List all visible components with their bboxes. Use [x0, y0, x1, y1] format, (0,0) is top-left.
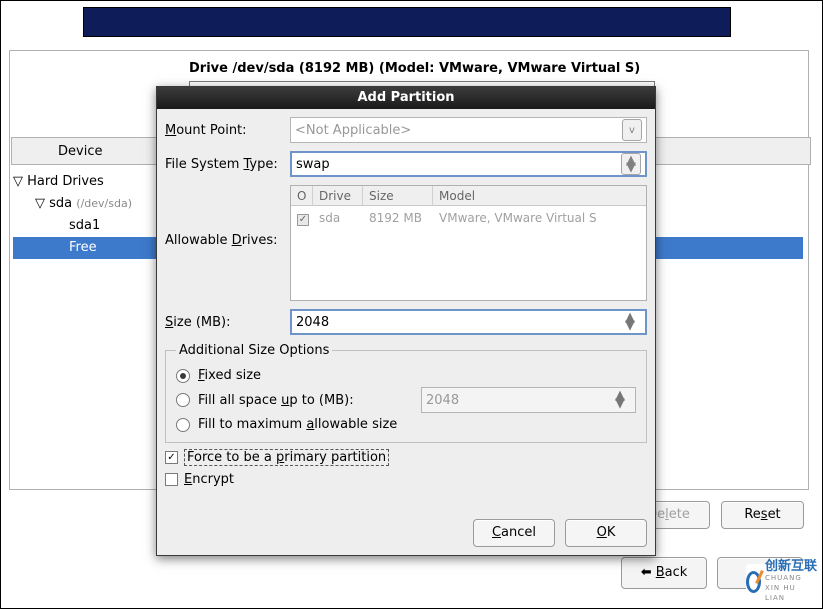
back-button[interactable]: ⬅ Back: [621, 557, 707, 589]
allowable-drives-list[interactable]: O Drive Size Model ✓ sda 8192 MB VMware,…: [290, 185, 647, 301]
mount-point-value: <Not Applicable>: [295, 123, 618, 138]
fs-type-label: File System Type:: [165, 157, 290, 172]
dropdown-icon[interactable]: ▲▼: [621, 153, 641, 175]
chevron-down-icon: ▽: [35, 193, 45, 215]
chevron-down-icon[interactable]: v: [622, 119, 642, 141]
radio-icon: [176, 418, 190, 432]
fill-upto-input: [426, 393, 615, 408]
radio-fill-up-to[interactable]: Fill all space up to (MB): ▲▼: [176, 387, 636, 413]
drives-column-headers: O Drive Size Model: [291, 186, 646, 206]
arrow-left-icon: ⬅: [641, 565, 652, 580]
encrypt-checkbox[interactable]: Encrypt: [165, 472, 647, 487]
force-primary-checkbox[interactable]: ✓ Force to be a primary partition: [165, 449, 647, 466]
radio-icon: [176, 369, 190, 383]
add-partition-dialog: Add Partition Mount Point: <Not Applicab…: [156, 86, 656, 556]
drive-row-sda[interactable]: ✓ sda 8192 MB VMware, VMware Virtual S: [291, 206, 646, 230]
logo-icon: [746, 571, 761, 593]
additional-size-legend: Additional Size Options: [176, 343, 332, 358]
fs-type-value: swap: [296, 157, 617, 172]
checkbox-icon: [165, 473, 178, 486]
spinner-buttons[interactable]: ▲▼: [625, 314, 641, 330]
additional-size-options: Additional Size Options Fixed size Fill …: [165, 343, 647, 443]
radio-icon: [176, 393, 190, 407]
mount-point-label: Mount Point:: [165, 123, 290, 138]
mount-point-combobox[interactable]: <Not Applicable> v: [290, 117, 647, 143]
fill-upto-spinner: ▲▼: [421, 387, 636, 413]
drive-checkbox[interactable]: ✓: [297, 214, 309, 226]
dialog-title: Add Partition: [157, 87, 655, 109]
watermark-logo: 创新互联CHUANG XIN HU LIAN: [746, 564, 818, 600]
fs-type-combobox[interactable]: swap ▲▼: [290, 151, 647, 177]
ok-button[interactable]: OK: [565, 519, 647, 547]
installer-banner: [83, 7, 731, 37]
radio-fixed-size[interactable]: Fixed size: [176, 368, 636, 383]
size-input[interactable]: [296, 315, 625, 330]
size-spinner[interactable]: ▲▼: [290, 309, 647, 335]
cancel-button[interactable]: Cancel: [473, 519, 555, 547]
size-label: Size (MB):: [165, 315, 290, 330]
checkbox-icon: ✓: [165, 451, 178, 464]
reset-button[interactable]: Reset: [721, 501, 804, 529]
drive-summary: Drive /dev/sda (8192 MB) (Model: VMware,…: [189, 61, 640, 76]
radio-fill-max[interactable]: Fill to maximum allowable size: [176, 417, 636, 432]
chevron-down-icon: ▽: [13, 171, 23, 193]
device-column-label: Device: [58, 138, 102, 166]
allowable-drives-label: Allowable Drives:: [165, 185, 290, 248]
